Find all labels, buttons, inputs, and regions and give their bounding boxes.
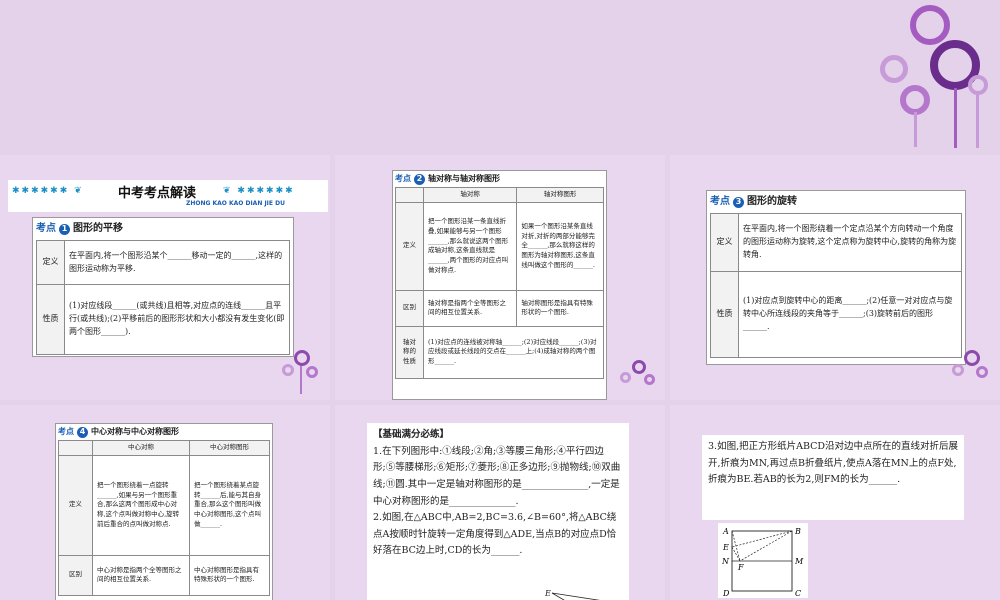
slide-4[interactable]: 考点 4 中心对称与中心对称图形 中心对称 中心对称图形 定义 把一个图形绕着一… bbox=[0, 405, 330, 600]
label-a: A bbox=[722, 527, 729, 536]
point-card: 考点 4 中心对称与中心对称图形 中心对称 中心对称图形 定义 把一个图形绕着一… bbox=[55, 423, 273, 600]
question-3: 3.如图,把正方形纸片ABCD沿对边中点所在的直线对折后展开,折痕为MN,再过点… bbox=[708, 441, 958, 486]
label-e: E bbox=[722, 543, 729, 552]
slide-5[interactable]: 【基础满分必练】 1.在下列图形中:①线段;②角;③等腰三角形;④平行四边形;⑤… bbox=[335, 405, 665, 600]
slide-decoration-icon bbox=[950, 350, 995, 395]
question-2: 2.如图,在△ABC中,AB=2,BC=3.6,∠B=60°,将△ABC绕点A按… bbox=[373, 512, 617, 557]
point-badge: 考点 bbox=[395, 174, 411, 183]
point-badge: 考点 bbox=[36, 223, 56, 234]
point-e-label: E bbox=[544, 589, 551, 598]
point-card: 考点 2 轴对称与轴对称图形 轴对称 轴对称图形 定义 把一个图形沿某一条直线折… bbox=[392, 170, 607, 400]
label-d: D bbox=[722, 589, 730, 598]
point-number: 4 bbox=[77, 426, 88, 438]
prop-text: (1)对应线段______(或共线)且相等,对应点的连线______且平行(或共… bbox=[64, 284, 290, 355]
square-figure: A B E N F M D C bbox=[718, 523, 808, 598]
diff-label: 区别 bbox=[395, 289, 424, 327]
diff-b: 轴对称图形是指具有特殊形状的一个图形. bbox=[516, 289, 604, 327]
def-label: 定义 bbox=[36, 240, 65, 285]
point-title: 图形的旋转 bbox=[747, 196, 797, 207]
slide-6[interactable]: 3.如图,把正方形纸片ABCD沿对边中点所在的直线对折后展开,折痕为MN,再过点… bbox=[670, 405, 1000, 600]
slide-decoration-icon bbox=[280, 350, 325, 395]
diff-label: 区别 bbox=[58, 554, 93, 596]
col-header-2: 轴对称图形 bbox=[516, 187, 604, 203]
slide-1[interactable]: ✱✱✱✱✱✱ ❦ 中考考点解读 ❦ ✱✱✱✱✱✱ ZHONG KAO KAO D… bbox=[0, 155, 330, 400]
prop-text: (1)对应点到旋转中心的距离______;(2)任意一对对应点与旋转中心所连线段… bbox=[738, 271, 962, 358]
col-header-2: 中心对称图形 bbox=[188, 440, 271, 456]
point-title: 图形的平移 bbox=[73, 223, 123, 234]
col-header-1: 中心对称 bbox=[92, 440, 190, 456]
question-1: 1.在下列图形中:①线段;②角;③等腰三角形;④平行四边形;⑤等腰梯形;⑥矩形;… bbox=[373, 445, 621, 507]
prop-text: (1)对应点的连线被对称轴______;(2)对应线段______;(3)对应线… bbox=[423, 325, 604, 379]
def-text: 在平面内,将一个图形绕着一个定点沿某个方向转动一个角度的图形运动称为旋转,这个定… bbox=[738, 213, 962, 272]
point-badge: 考点 bbox=[710, 196, 730, 207]
symmetry-table: 轴对称 轴对称图形 定义 把一个图形沿某一条直线折叠,如果能够与另一个图形___… bbox=[395, 187, 604, 379]
prop-label: 轴对称的性质 bbox=[395, 325, 424, 379]
def-label: 定义 bbox=[58, 454, 93, 556]
def-label: 定义 bbox=[710, 213, 739, 272]
point-card: 考点 3 图形的旋转 定义 在平面内,将一个图形绕着一个定点沿某个方向转动一个角… bbox=[706, 190, 966, 365]
exercise-card: 【基础满分必练】 1.在下列图形中:①线段;②角;③等腰三角形;④平行四边形;⑤… bbox=[367, 423, 629, 600]
translation-table: 定义 在平面内,将一个图形沿某个______移动一定的______,这样的图形运… bbox=[36, 240, 290, 355]
def-b: 把一个图形绕着某点旋转______后,能与其自身重合,那么这个图形叫做中心对称图… bbox=[188, 454, 271, 556]
label-b: B bbox=[794, 527, 801, 536]
diff-a: 中心对称是指两个全等图形之间的相互位置关系. bbox=[92, 554, 190, 596]
def-a: 把一个图形沿某一条直线折叠,如果能够与另一个图形______,那么就说这两个图形… bbox=[422, 201, 518, 291]
rotation-table: 定义 在平面内,将一个图形绕着一个定点沿某个方向转动一个角度的图形运动称为旋转,… bbox=[710, 213, 962, 358]
decoration-cluster bbox=[880, 0, 1000, 150]
label-c: C bbox=[795, 589, 801, 598]
exercise-card: 3.如图,把正方形纸片ABCD沿对边中点所在的直线对折后展开,折痕为MN,再过点… bbox=[702, 435, 964, 520]
point-number: 3 bbox=[733, 196, 744, 208]
def-b: 如果一个图形沿某条直线对折,对折的两部分能够完全______,那么就称这样的图形… bbox=[516, 201, 604, 291]
def-a: 把一个图形绕着一点旋转______,如果与另一个图形重合,那么这两个图形成中心对… bbox=[92, 454, 190, 556]
prop-label: 性质 bbox=[710, 271, 739, 358]
point-title: 中心对称与中心对称图形 bbox=[91, 427, 179, 436]
central-symmetry-table: 中心对称 中心对称图形 定义 把一个图形绕着一点旋转______,如果与另一个图… bbox=[58, 440, 271, 596]
point-title: 轴对称与轴对称图形 bbox=[428, 174, 500, 183]
banner: ✱✱✱✱✱✱ ❦ 中考考点解读 ❦ ✱✱✱✱✱✱ ZHONG KAO KAO D… bbox=[8, 180, 328, 212]
point-number: 2 bbox=[414, 173, 425, 185]
point-card: 考点 1 图形的平移 定义 在平面内,将一个图形沿某个______移动一定的__… bbox=[32, 217, 294, 357]
col-header-1: 轴对称 bbox=[422, 187, 518, 203]
diff-b: 中心对称图形是指具有特殊形状的一个图形. bbox=[188, 554, 271, 596]
diff-a: 轴对称是指两个全等图形之间的相互位置关系. bbox=[422, 289, 518, 327]
label-f: F bbox=[737, 563, 744, 572]
slide-decoration-icon bbox=[620, 360, 660, 400]
label-m: M bbox=[794, 557, 804, 566]
point-badge: 考点 bbox=[58, 427, 74, 436]
slide-2[interactable]: 考点 2 轴对称与轴对称图形 轴对称 轴对称图形 定义 把一个图形沿某一条直线折… bbox=[335, 155, 665, 400]
slide-3[interactable]: 考点 3 图形的旋转 定义 在平面内,将一个图形绕着一个定点沿某个方向转动一个角… bbox=[670, 155, 1000, 400]
banner-title: 中考考点解读 bbox=[118, 186, 197, 201]
prop-label: 性质 bbox=[36, 284, 65, 355]
def-label: 定义 bbox=[395, 201, 424, 291]
section-title: 【基础满分必练】 bbox=[373, 429, 450, 440]
banner-subtitle: ZHONG KAO KAO DIAN JIE DU bbox=[186, 200, 285, 207]
def-text: 在平面内,将一个图形沿某个______移动一定的______,这样的图形运动称为… bbox=[64, 240, 290, 285]
triangle-figure: E bbox=[544, 589, 601, 600]
label-n: N bbox=[721, 557, 730, 566]
point-number: 1 bbox=[59, 223, 70, 235]
